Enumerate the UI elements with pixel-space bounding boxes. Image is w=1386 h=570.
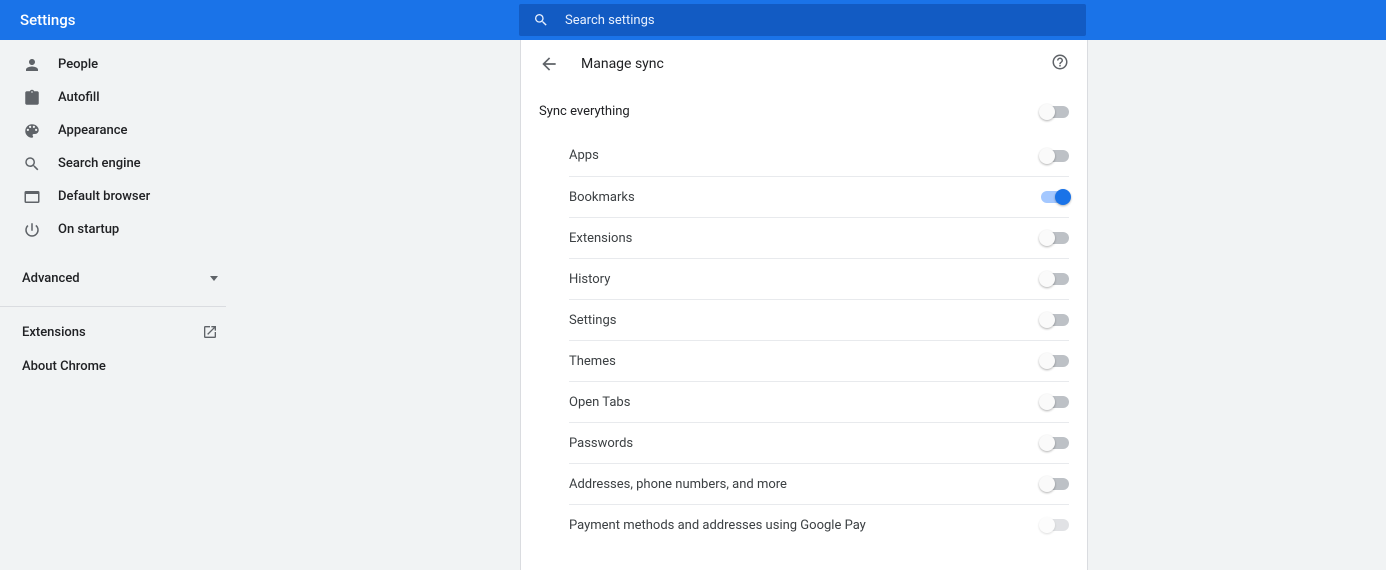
sync-everything-label: Sync everything bbox=[539, 104, 630, 119]
sync-option-label: Passwords bbox=[569, 436, 633, 451]
advanced-label: Advanced bbox=[22, 271, 80, 286]
sync-option-label: Bookmarks bbox=[569, 190, 635, 205]
power-icon bbox=[22, 220, 42, 240]
sidebar-item-default-browser[interactable]: Default browser bbox=[0, 180, 240, 213]
sync-option-label: Apps bbox=[569, 148, 599, 163]
extensions-label: Extensions bbox=[22, 325, 86, 340]
sidebar-about-link[interactable]: About Chrome bbox=[0, 349, 240, 383]
search-icon bbox=[533, 12, 549, 28]
sync-option-label: Themes bbox=[569, 354, 616, 369]
sidebar-item-appearance[interactable]: Appearance bbox=[0, 114, 240, 147]
back-button[interactable] bbox=[539, 54, 559, 74]
content-area: Manage sync Sync everything Apps Bookmark… bbox=[240, 40, 1386, 570]
sync-option-toggle[interactable] bbox=[1041, 355, 1069, 367]
sidebar-item-people[interactable]: People bbox=[0, 48, 240, 81]
sync-option-row: Bookmarks bbox=[569, 176, 1069, 217]
sidebar-item-on-startup[interactable]: On startup bbox=[0, 213, 240, 246]
sync-option-toggle[interactable] bbox=[1041, 314, 1069, 326]
sync-option-toggle bbox=[1041, 519, 1069, 531]
sidebar-item-label: Appearance bbox=[58, 123, 127, 138]
help-icon bbox=[1051, 53, 1069, 71]
browser-icon bbox=[22, 187, 42, 207]
sidebar: People Autofill Appearance Search engine… bbox=[0, 40, 240, 570]
sync-option-label: Settings bbox=[569, 313, 616, 328]
sync-option-toggle[interactable] bbox=[1041, 232, 1069, 244]
sidebar-item-search-engine[interactable]: Search engine bbox=[0, 147, 240, 180]
panel-title: Manage sync bbox=[581, 56, 1051, 72]
sync-option-label: Open Tabs bbox=[569, 395, 630, 410]
panel-header: Manage sync bbox=[521, 40, 1087, 88]
clipboard-icon bbox=[22, 88, 42, 108]
sidebar-item-label: Autofill bbox=[58, 90, 100, 105]
sync-option-label: Addresses, phone numbers, and more bbox=[569, 477, 787, 492]
sidebar-item-autofill[interactable]: Autofill bbox=[0, 81, 240, 114]
sync-option-toggle[interactable] bbox=[1041, 478, 1069, 490]
sidebar-item-label: People bbox=[58, 57, 98, 72]
sync-option-toggle[interactable] bbox=[1041, 437, 1069, 449]
search-icon bbox=[22, 154, 42, 174]
sidebar-item-label: Search engine bbox=[58, 156, 141, 171]
sync-option-label: History bbox=[569, 272, 610, 287]
settings-panel: Manage sync Sync everything Apps Bookmark… bbox=[520, 40, 1088, 570]
about-label: About Chrome bbox=[22, 359, 106, 374]
sync-option-row: Themes bbox=[569, 340, 1069, 381]
sidebar-item-label: Default browser bbox=[58, 189, 150, 204]
chevron-down-icon bbox=[210, 276, 218, 281]
sidebar-item-label: On startup bbox=[58, 222, 119, 237]
search-input[interactable]: Search settings bbox=[519, 4, 1086, 36]
sync-option-toggle[interactable] bbox=[1041, 150, 1069, 162]
sidebar-advanced-toggle[interactable]: Advanced bbox=[0, 258, 240, 298]
divider bbox=[0, 306, 226, 307]
app-header: Settings Search settings bbox=[0, 0, 1386, 40]
sync-option-row: Passwords bbox=[569, 422, 1069, 463]
sync-everything-toggle[interactable] bbox=[1041, 106, 1069, 118]
sidebar-extensions-link[interactable]: Extensions bbox=[0, 315, 240, 349]
sync-option-label: Extensions bbox=[569, 231, 632, 246]
sync-option-row: History bbox=[569, 258, 1069, 299]
body: People Autofill Appearance Search engine… bbox=[0, 40, 1386, 570]
sync-option-row: Open Tabs bbox=[569, 381, 1069, 422]
sync-option-toggle[interactable] bbox=[1041, 191, 1069, 203]
sync-option-label: Payment methods and addresses using Goog… bbox=[569, 518, 866, 533]
sync-option-row: Extensions bbox=[569, 217, 1069, 258]
sync-options-list: Apps Bookmarks Extensions History Settings Th… bbox=[521, 135, 1087, 545]
external-link-icon bbox=[202, 324, 218, 340]
sync-option-row: Settings bbox=[569, 299, 1069, 340]
app-title: Settings bbox=[20, 11, 519, 29]
help-button[interactable] bbox=[1051, 53, 1069, 75]
arrow-back-icon bbox=[539, 54, 559, 74]
person-icon bbox=[22, 55, 42, 75]
sync-option-row: Payment methods and addresses using Goog… bbox=[569, 504, 1069, 545]
sync-option-row: Apps bbox=[569, 135, 1069, 176]
sync-everything-row: Sync everything bbox=[521, 88, 1087, 135]
sync-option-toggle[interactable] bbox=[1041, 396, 1069, 408]
palette-icon bbox=[22, 121, 42, 141]
sync-option-row: Addresses, phone numbers, and more bbox=[569, 463, 1069, 504]
sync-option-toggle[interactable] bbox=[1041, 273, 1069, 285]
search-placeholder: Search settings bbox=[565, 13, 655, 28]
